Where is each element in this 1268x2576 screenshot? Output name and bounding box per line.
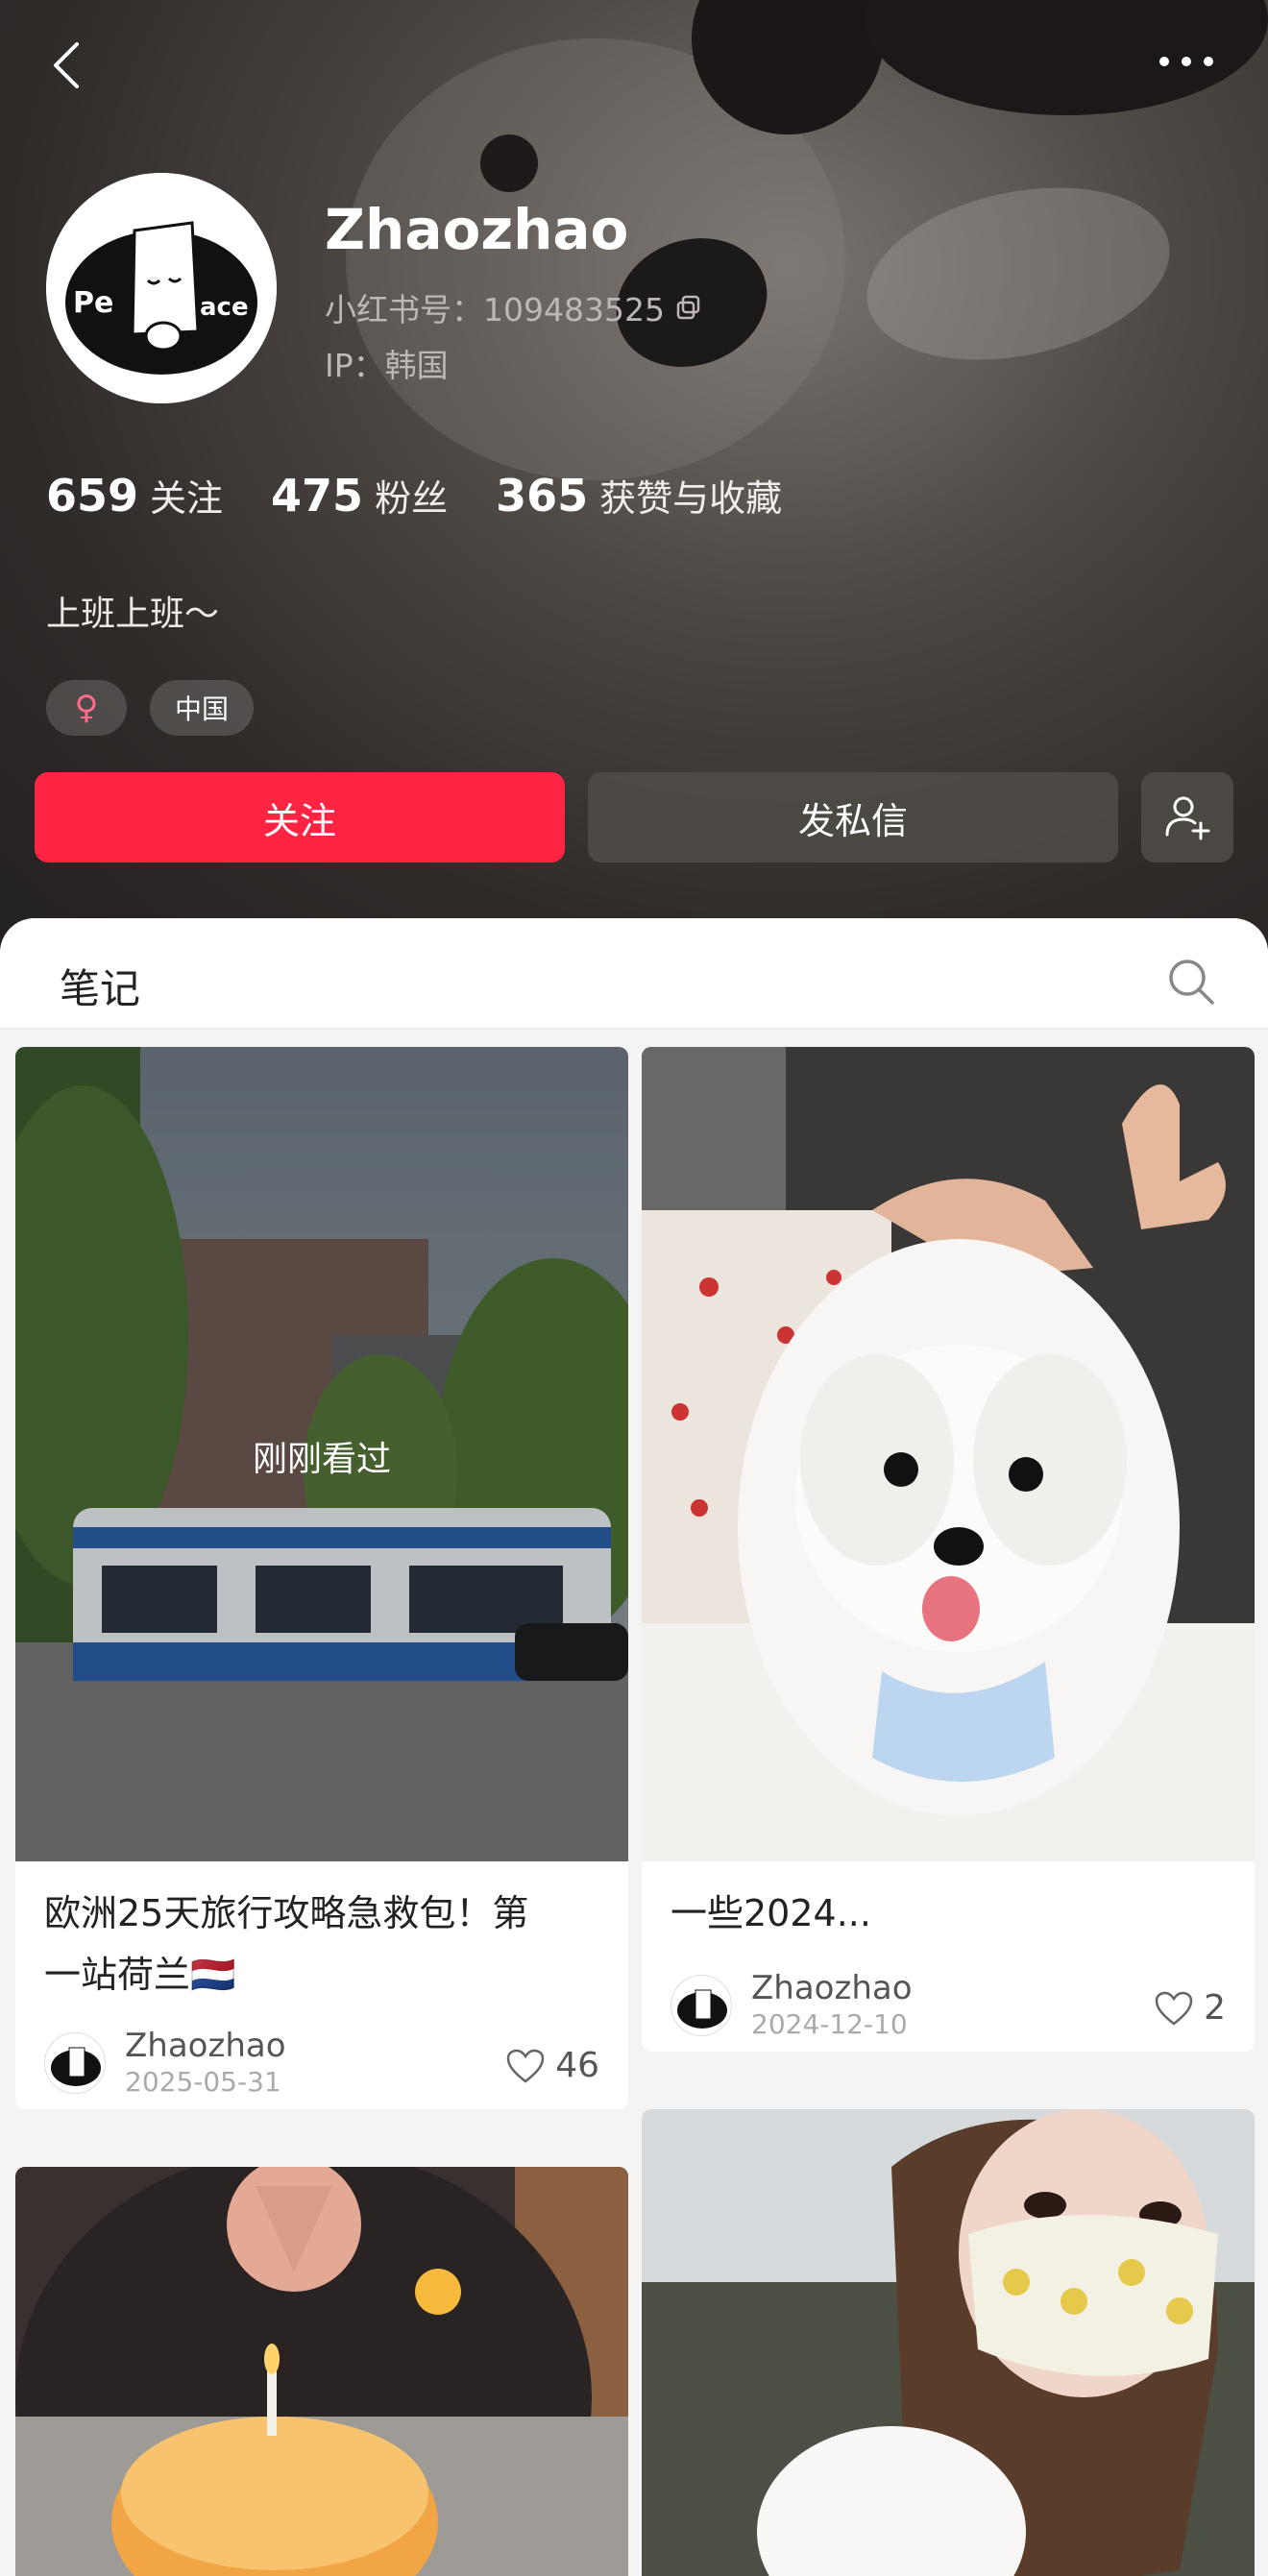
note-card[interactable]: 一些2024... Zhaozhao 2024-12-10 2 (642, 1047, 1255, 2052)
heart-icon (1155, 1991, 1193, 2026)
more-button[interactable] (1153, 42, 1220, 81)
note-title: 欧洲25天旅行攻略急救包！第 一站荷兰🇳🇱 (44, 1883, 528, 2005)
notes-tab-bar: 笔记 (0, 918, 1268, 1030)
chevron-left-icon (54, 42, 79, 88)
note-cover-image (642, 1047, 1255, 1861)
profile-header: Pe ace Zhaozhao 小红书号：109483525 IP：韩国 659… (0, 0, 1268, 951)
add-friend-button[interactable] (1141, 772, 1233, 863)
author-name: Zhaozhao (751, 1969, 913, 2007)
like-button[interactable]: 46 (505, 2046, 599, 2085)
redid-row: 小红书号：109483525 (325, 284, 703, 330)
note-card[interactable] (15, 2167, 628, 2576)
avatar-text-left: Pe (73, 286, 113, 320)
stat-value: 659 (46, 470, 139, 522)
note-title-line: 欧洲25天旅行攻略急救包！第 (44, 1892, 529, 1934)
avatar-logo-icon (671, 1976, 731, 2035)
author-avatar (671, 1975, 732, 2036)
note-cover-image (642, 2109, 1255, 2576)
note-author[interactable]: Zhaozhao 2024-12-10 (671, 1969, 913, 2042)
profile-stats: 659 关注 475 粉丝 365 获赞与收藏 (46, 469, 830, 522)
stat-likes-collects[interactable]: 365 获赞与收藏 (496, 469, 782, 522)
profile-avatar[interactable]: Pe ace (46, 173, 277, 403)
follow-button[interactable]: 关注 (35, 772, 565, 863)
profile-tags: ♀ 中国 (46, 680, 255, 736)
stat-label: 关注 (150, 477, 224, 520)
profile-bio: 上班上班～ (46, 595, 220, 634)
search-icon (1169, 960, 1214, 1005)
more-dots-icon (1159, 57, 1213, 66)
note-card[interactable] (642, 2109, 1255, 2576)
author-avatar (44, 2032, 106, 2094)
birthday-photo (15, 2167, 628, 2576)
recently-viewed-label: 刚刚看过 (252, 1440, 391, 1479)
note-title: 一些2024... (671, 1892, 871, 1934)
notes-panel: 笔记 刚刚看过 欧洲25天旅行攻略急救包！第 一站荷兰🇳🇱 Zhaozhao 2… (0, 918, 1268, 2576)
ip-location: IP：韩国 (325, 347, 449, 384)
note-card[interactable]: 刚刚看过 欧洲25天旅行攻略急救包！第 一站荷兰🇳🇱 Zhaozhao 2025… (15, 1047, 628, 2109)
stat-value: 475 (271, 470, 364, 522)
stat-label: 获赞与收藏 (599, 477, 783, 520)
profile-name: Zhaozhao (325, 197, 629, 262)
stat-following[interactable]: 659 关注 (46, 469, 223, 522)
note-title-line: 一站荷兰🇳🇱 (44, 1954, 236, 1996)
note-date: 2024-12-10 (751, 2008, 908, 2040)
avatar-logo-icon: Pe ace (46, 173, 277, 403)
like-button[interactable]: 2 (1154, 1988, 1226, 2028)
like-count: 46 (555, 2046, 599, 2085)
stat-value: 365 (496, 470, 589, 522)
message-button[interactable]: 发私信 (588, 772, 1118, 863)
note-date: 2025-05-31 (125, 2066, 281, 2098)
add-user-icon (1165, 796, 1210, 840)
region-tag: 中国 (150, 680, 255, 736)
notes-search-button[interactable] (1164, 955, 1218, 1009)
copy-icon[interactable] (674, 293, 703, 322)
tab-notes[interactable]: 笔记 (60, 957, 140, 1015)
header-background (480, 134, 538, 192)
stat-label: 粉丝 (375, 477, 449, 520)
note-author[interactable]: Zhaozhao 2025-05-31 (44, 2027, 286, 2100)
back-button[interactable] (42, 38, 96, 92)
stat-followers[interactable]: 475 粉丝 (271, 469, 448, 522)
header-background (850, 161, 1186, 386)
gender-tag: ♀ (46, 680, 127, 736)
author-name: Zhaozhao (125, 2027, 286, 2065)
avatar-logo-icon (45, 2033, 105, 2093)
heart-icon (506, 2049, 545, 2083)
note-cover-image (15, 2167, 628, 2576)
redid-text: 小红书号：109483525 (325, 291, 665, 328)
avatar-text-right: ace (200, 293, 249, 322)
puppy-photo (642, 1047, 1255, 1861)
like-count: 2 (1204, 1988, 1226, 2028)
selfie-photo (642, 2109, 1255, 2576)
